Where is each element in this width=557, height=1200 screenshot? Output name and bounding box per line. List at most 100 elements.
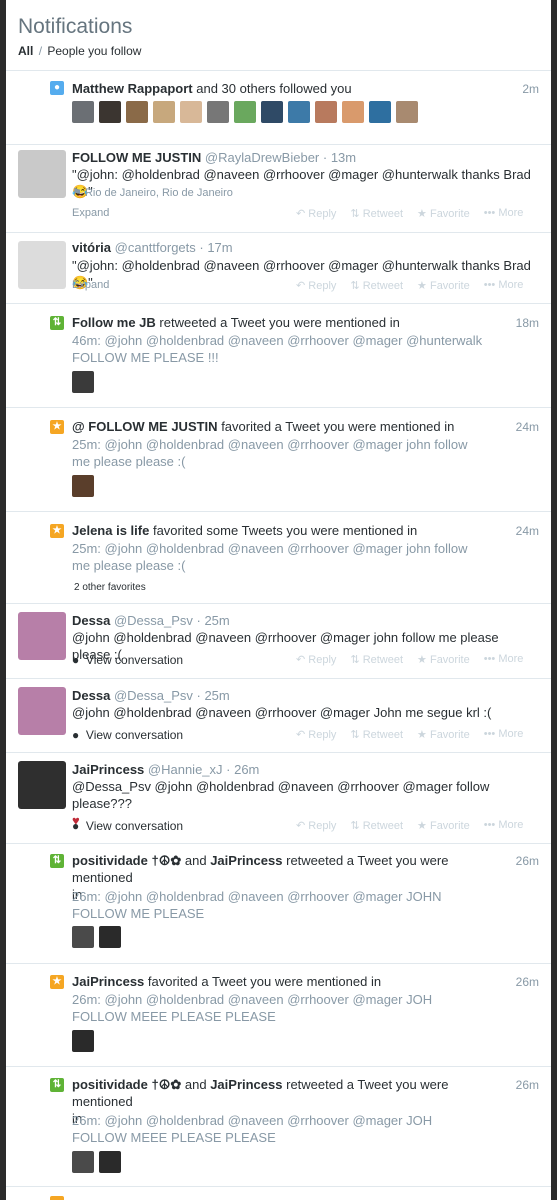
user-handle[interactable]: @RaylaDrewBieber [205,150,319,165]
retweet-button[interactable]: ⇅ Retweet [350,279,403,292]
reply-button[interactable]: ↶ Reply [296,279,336,292]
user-name[interactable]: Dessa [72,688,110,703]
quoted-tweet-text[interactable]: 46m: @john @holdenbrad @naveen @rrhoover… [72,332,511,366]
user-handle[interactable]: @Dessa_Psv [114,688,193,703]
user-name[interactable]: FOLLOW ME JUSTIN [72,150,201,165]
quoted-tweet-text[interactable]: 25m: @john @holdenbrad @naveen @rrhoover… [72,436,511,470]
notification-retweet[interactable]: ⇅ positividade †☮✿ and JaiPrincess retwe… [6,1067,551,1187]
tweet-time[interactable]: · 13m [323,150,356,165]
avatar[interactable] [18,687,66,735]
favorite-button[interactable]: ★ Favorite [417,653,470,666]
user-name[interactable]: JaiPrincess [72,762,144,777]
avatar[interactable] [234,101,256,123]
avatar[interactable] [153,101,175,123]
retweet-button[interactable]: ⇅ Retweet [350,819,403,832]
user-name[interactable]: @ FOLLOW ME JUSTIN [72,419,218,434]
avatar[interactable] [18,761,66,809]
notification-retweet[interactable]: ⇅ Follow me JB retweeted a Tweet you wer… [6,304,551,408]
other-favorites-link[interactable]: 2 other favorites [74,582,146,593]
reply-button[interactable]: ↶ Reply [296,728,336,741]
tweet-time[interactable]: · 25m [197,613,230,628]
follower-avatars [72,101,418,123]
user-name[interactable]: Jelena is life [72,523,149,538]
reply-button[interactable]: ↶ Reply [296,207,336,220]
avatar[interactable] [342,101,364,123]
avatar[interactable] [126,101,148,123]
tweet-item[interactable]: Dessa @Dessa_Psv · 25m @john @holdenbrad… [6,604,551,679]
quoted-tweet-text[interactable]: 26m: @john @holdenbrad @naveen @rrhoover… [72,888,511,922]
avatar[interactable] [396,101,418,123]
avatar[interactable] [315,101,337,123]
user-name[interactable]: Dessa [72,613,110,628]
user-name[interactable]: vitória [72,240,111,255]
tweet-time[interactable]: · 25m [197,688,230,703]
avatar[interactable] [261,101,283,123]
retweet-button[interactable]: ⇅ Retweet [350,653,403,666]
view-conversation-link[interactable]: ● View conversation [72,653,183,667]
view-conversation-link[interactable]: ● View conversation [72,819,183,833]
avatar[interactable] [180,101,202,123]
reply-button[interactable]: ↶ Reply [296,653,336,666]
avatar[interactable] [18,241,66,289]
tweet-time[interactable]: · 17m [199,240,232,255]
tab-people-you-follow[interactable]: People you follow [47,44,141,58]
tweet-thumbnails [72,1030,94,1052]
more-button[interactable]: ••• More [484,279,524,292]
quoted-tweet-text[interactable]: 26m: @john @holdenbrad @naveen @rrhoover… [72,1112,511,1146]
avatar[interactable] [207,101,229,123]
avatar[interactable] [72,1030,94,1052]
avatar[interactable] [72,1151,94,1173]
notification-favorite[interactable]: ★ JaiPrincess favorited a Tweet you were… [6,964,551,1067]
user-name[interactable]: JaiPrincess [210,1077,282,1092]
favorite-button[interactable]: ★ Favorite [417,819,470,832]
notification-follow[interactable]: ● Matthew Rappaport and 30 others follow… [6,71,551,145]
user-name[interactable]: positividade †☮✿ [72,853,181,868]
favorite-button[interactable]: ★ Favorite [417,728,470,741]
user-handle[interactable]: @canttforgets [115,240,196,255]
avatar[interactable] [99,926,121,948]
location-text[interactable]: Rio de Janeiro, Rio de Janeiro [85,187,233,199]
more-button[interactable]: ••• More [484,728,524,741]
tab-all[interactable]: All [18,44,33,58]
avatar[interactable] [72,101,94,123]
retweet-button[interactable]: ⇅ Retweet [350,207,403,220]
user-name[interactable]: Matthew Rappaport [72,81,193,96]
avatar[interactable] [72,371,94,393]
more-button[interactable]: ••• More [484,819,524,832]
avatar[interactable] [288,101,310,123]
user-name[interactable]: JaiPrincess [72,974,144,989]
avatar[interactable] [18,612,66,660]
notification-favorite[interactable]: ★ Jelena is life favorited some Tweets y… [6,512,551,604]
avatar[interactable] [99,1151,121,1173]
user-name[interactable]: Follow me JB [72,315,156,330]
user-handle[interactable]: @Hannie_xJ [148,762,223,777]
favorite-button[interactable]: ★ Favorite [417,207,470,220]
user-name[interactable]: positividade †☮✿ [72,1077,181,1092]
tweet-location: ⚑ Rio de Janeiro, Rio de Janeiro [72,186,233,199]
avatar[interactable] [99,101,121,123]
user-name[interactable]: JaiPrincess [210,853,282,868]
quoted-tweet-text[interactable]: 25m: @john @holdenbrad @naveen @rrhoover… [72,540,511,574]
user-handle[interactable]: @Dessa_Psv [114,613,193,628]
avatar[interactable] [369,101,391,123]
more-button[interactable]: ••• More [484,207,524,220]
tweet-item[interactable]: Dessa @Dessa_Psv · 25m @john @holdenbrad… [6,679,551,753]
avatar[interactable] [72,475,94,497]
tweet-time[interactable]: · 26m [226,762,259,777]
quoted-tweet-text[interactable]: 26m: @john @holdenbrad @naveen @rrhoover… [72,991,511,1025]
view-conversation-link[interactable]: ● View conversation [72,728,183,742]
avatar[interactable] [18,150,66,198]
expand-link[interactable]: Expand [72,207,109,219]
notification-retweet[interactable]: ⇅ positividade †☮✿ and JaiPrincess retwe… [6,844,551,964]
more-button[interactable]: ••• More [484,653,524,666]
tweet-item[interactable]: FOLLOW ME JUSTIN @RaylaDrewBieber · 13m … [6,145,551,233]
expand-link[interactable]: Expand [72,279,109,291]
notification-favorite[interactable]: ★ @ FOLLOW ME JUSTIN favorited a Tweet y… [6,408,551,512]
tweet-item[interactable]: vitória @canttforgets · 17m "@john: @hol… [6,233,551,304]
favorite-button[interactable]: ★ Favorite [417,279,470,292]
tweet-item[interactable]: JaiPrincess @Hannie_xJ · 26m @Dessa_Psv … [6,753,551,844]
reply-button[interactable]: ↶ Reply [296,819,336,832]
retweet-button[interactable]: ⇅ Retweet [350,728,403,741]
avatar[interactable] [72,926,94,948]
tweet-header: FOLLOW ME JUSTIN @RaylaDrewBieber · 13m [72,149,537,166]
